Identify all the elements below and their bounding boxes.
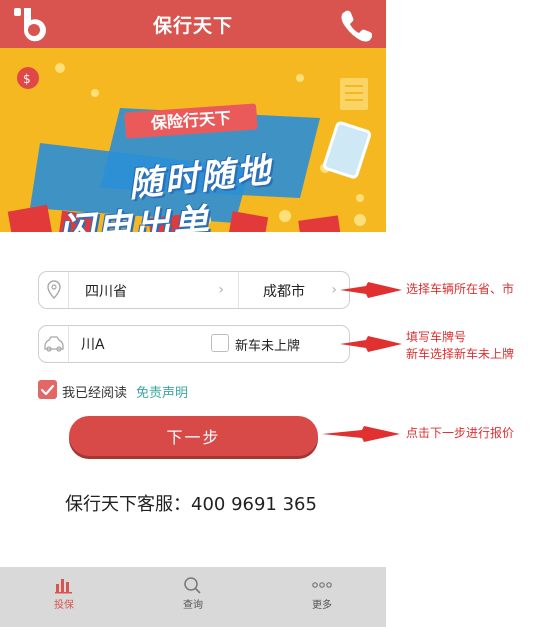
search-icon	[184, 577, 201, 594]
annotation-arrow-icon	[340, 282, 402, 298]
plate-input[interactable]	[81, 334, 201, 354]
more-dots-icon	[312, 582, 332, 588]
annotation-plate-1: 填写车牌号	[406, 330, 467, 344]
plate-field: 新车未上牌	[38, 325, 350, 363]
city-select[interactable]: 成都市 ›	[239, 272, 351, 308]
tab-label: 投保	[54, 600, 74, 611]
promo-banner[interactable]: $ 保险行天下 随时随地 闪电出单	[0, 48, 386, 232]
next-button[interactable]: 下一步	[69, 416, 318, 456]
tab-label: 更多	[312, 600, 332, 611]
new-car-label[interactable]: 新车未上牌	[235, 335, 300, 354]
phone-icon[interactable]	[338, 8, 372, 42]
region-selector: 四川省 › 成都市 ›	[38, 271, 350, 309]
annotation-arrow-icon	[340, 336, 402, 352]
car-icon	[39, 326, 69, 362]
tab-more[interactable]: 更多	[258, 567, 386, 627]
svg-text:$: $	[23, 72, 31, 86]
top-bar: 保行天下	[0, 0, 386, 48]
tab-insure[interactable]: 投保	[0, 567, 128, 627]
app-title: 保行天下	[152, 15, 233, 37]
annotation-plate-2: 新车选择新车未上牌	[406, 347, 515, 361]
bar-chart-icon	[55, 579, 72, 594]
location-pin-icon	[39, 272, 69, 308]
province-value: 四川省	[85, 284, 127, 300]
new-car-checkbox[interactable]	[211, 334, 229, 352]
agree-checkbox[interactable]	[38, 380, 57, 399]
chevron-right-icon: ›	[331, 282, 337, 298]
province-select[interactable]: 四川省 ›	[69, 272, 239, 308]
phone-screen: 保行天下 $ 保险行天下 随时随地 闪电出单 四川省 › 成都市 › 川A 新车…	[0, 0, 386, 627]
agree-text: 我已经阅读	[62, 386, 128, 401]
checkmark-icon	[40, 384, 55, 396]
city-value: 成都市	[263, 284, 305, 300]
disclaimer-link[interactable]: 免责声明	[136, 382, 188, 401]
annotation-next: 点击下一步进行报价	[406, 426, 515, 440]
annotation-region: 选择车辆所在省、市	[406, 282, 515, 296]
bottom-tab-bar: 投保 查询 更多	[0, 567, 386, 627]
annotation-arrow-icon	[322, 426, 400, 442]
tab-label: 查询	[183, 600, 203, 611]
chevron-right-icon: ›	[218, 282, 224, 298]
tab-query[interactable]: 查询	[129, 567, 257, 627]
customer-service-text: 保行天下客服：400 9691 365	[65, 494, 317, 515]
